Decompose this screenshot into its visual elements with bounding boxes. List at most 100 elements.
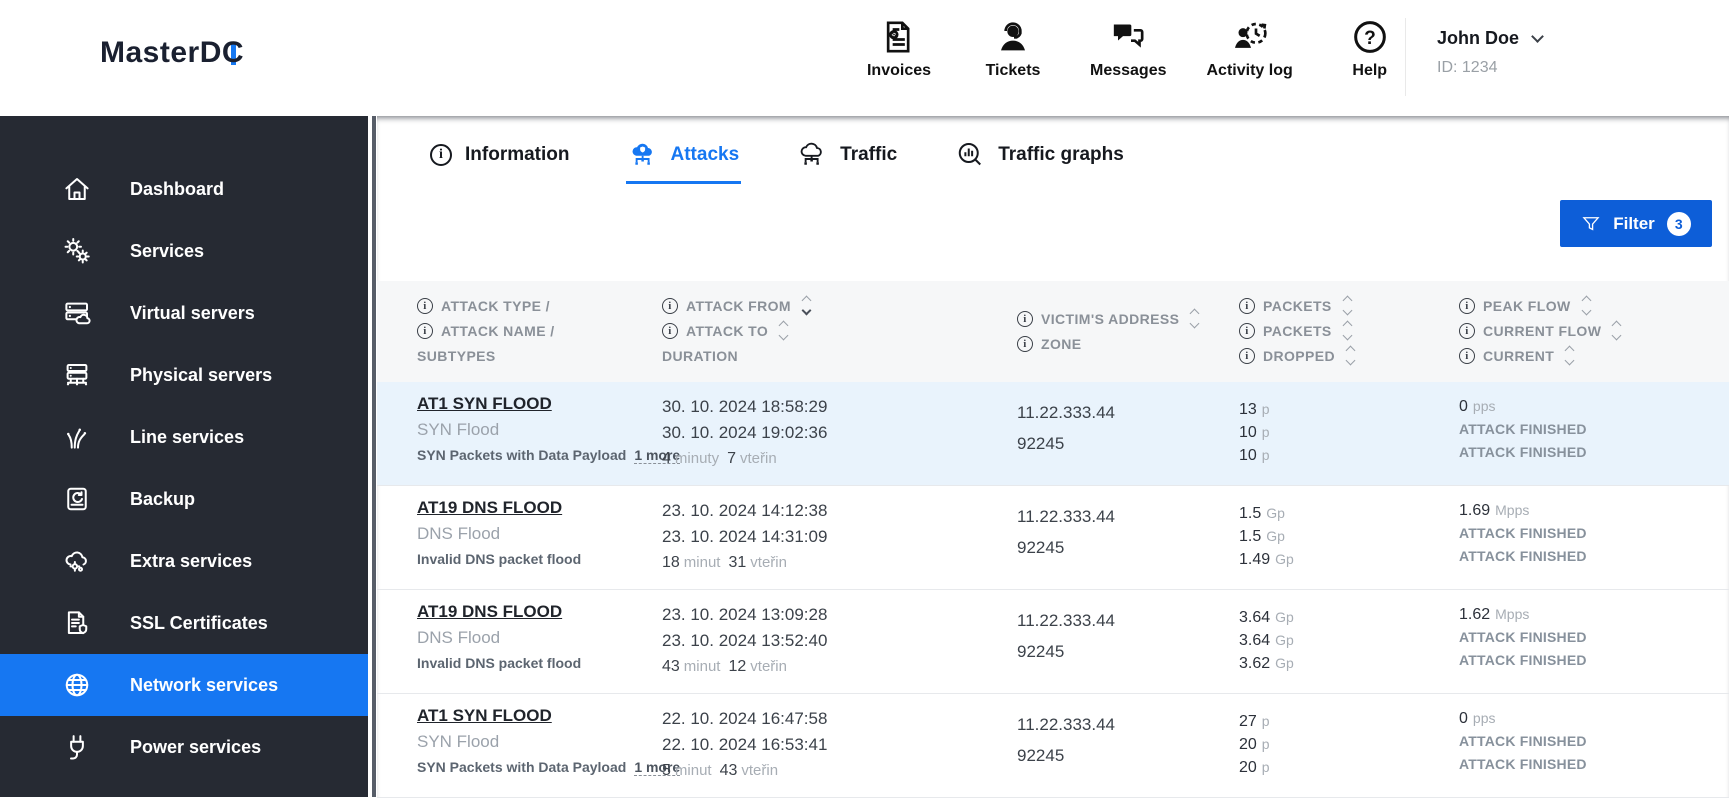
packets-dropped-value: 10 p xyxy=(1239,447,1270,464)
info-icon[interactable] xyxy=(662,297,678,314)
info-icon[interactable] xyxy=(1459,297,1475,314)
victim-zone: 92245 xyxy=(1017,642,1065,661)
sidebar-item-extra-services[interactable]: Extra services xyxy=(0,530,368,592)
info-icon[interactable] xyxy=(1239,347,1255,364)
info-icon[interactable] xyxy=(1459,322,1475,339)
header-divider xyxy=(1405,18,1406,96)
attack-name-link[interactable]: AT1 SYN FLOOD xyxy=(417,703,680,729)
victim-address: 11.22.333.44 xyxy=(1017,403,1115,422)
info-icon[interactable] xyxy=(1239,322,1255,339)
nav-help[interactable]: ? Help xyxy=(1333,16,1407,80)
globe-icon xyxy=(65,673,89,697)
sort-icon[interactable] xyxy=(1189,308,1200,329)
attack-subtypes: Invalid DNS packet flood xyxy=(417,551,582,567)
sort-icon[interactable] xyxy=(1581,295,1592,316)
logo-text: MasterD xyxy=(100,36,222,69)
victim-zone: 92245 xyxy=(1017,746,1065,765)
tab-traffic[interactable]: Traffic xyxy=(795,128,899,184)
attack-duration: 18 minut 31 vteřin xyxy=(662,554,787,571)
victim-address: 11.22.333.44 xyxy=(1017,715,1115,734)
chart-magnifier-icon xyxy=(958,142,982,165)
sidebar-item-physical-servers[interactable]: Physical servers xyxy=(0,344,368,406)
sort-icon[interactable] xyxy=(801,295,812,316)
nav-messages[interactable]: Messages xyxy=(1090,16,1167,80)
server-rack-icon xyxy=(66,364,88,386)
chevron-down-icon xyxy=(1531,30,1544,43)
cloud-gears-icon xyxy=(65,551,87,572)
support-agent-icon xyxy=(1001,22,1025,51)
tab-attacks[interactable]: Attacks xyxy=(625,128,742,184)
fiber-lines-icon xyxy=(67,428,87,449)
table-row: AT1 SYN FLOOD SYN Flood SYN Packets with… xyxy=(377,382,1729,486)
sidebar-item-ssl-certificates[interactable]: SSL Certificates xyxy=(0,592,368,654)
packets-value: 1.5 Gp xyxy=(1239,505,1285,522)
info-icon[interactable] xyxy=(417,322,433,339)
attack-name-link[interactable]: AT1 SYN FLOOD xyxy=(417,391,680,417)
attack-to: 23. 10. 2024 13:52:40 xyxy=(662,631,828,650)
svg-text:?: ? xyxy=(1364,28,1376,49)
attack-duration: 4 minuty 7 vteřin xyxy=(662,450,777,467)
peak-flow-value: 0 pps xyxy=(1459,710,1496,727)
nav-invoices[interactable]: $ Invoices xyxy=(862,16,936,80)
attack-type: DNS Flood xyxy=(417,628,501,647)
sidebar-item-network-services[interactable]: Network services xyxy=(0,654,368,716)
sidebar-item-line-services[interactable]: Line services xyxy=(0,406,368,468)
sort-icon[interactable] xyxy=(1342,320,1353,341)
certificate-shield-icon xyxy=(67,611,88,635)
user-menu[interactable]: John Doe ID: 1234 xyxy=(1437,28,1544,77)
attack-from: 23. 10. 2024 14:12:38 xyxy=(662,501,828,520)
logo-text-c: C xyxy=(221,36,245,69)
sort-icon[interactable] xyxy=(1564,345,1575,366)
status-badge: ATTACK FINISHED xyxy=(1459,652,1587,668)
victim-address: 11.22.333.44 xyxy=(1017,507,1115,526)
attack-to: 23. 10. 2024 14:31:09 xyxy=(662,527,828,546)
tab-traffic-graphs[interactable]: Traffic graphs xyxy=(953,128,1126,184)
packets-value: 27 p xyxy=(1239,713,1270,730)
tab-information[interactable]: Information xyxy=(428,128,572,184)
sort-icon[interactable] xyxy=(1345,345,1356,366)
masterdc-logo[interactable]: MasterDC xyxy=(100,36,244,70)
victim-zone: 92245 xyxy=(1017,538,1065,557)
status-badge: ATTACK FINISHED xyxy=(1459,629,1587,645)
sidebar-item-services[interactable]: Services xyxy=(0,220,368,282)
column-victim: VICTIM'S ADDRESS ZONE xyxy=(1017,281,1200,356)
top-header: MasterDC $ Invoices Tickets Messages Act… xyxy=(0,0,1729,116)
nav-tickets-label: Tickets xyxy=(985,62,1041,79)
info-icon[interactable] xyxy=(662,322,678,339)
attack-duration: 43 minut 12 vteřin xyxy=(662,658,787,675)
sort-icon[interactable] xyxy=(1342,295,1353,316)
sidebar-item-power-services[interactable]: Power services xyxy=(0,716,368,778)
status-badge: ATTACK FINISHED xyxy=(1459,444,1587,460)
sort-icon[interactable] xyxy=(1611,320,1622,341)
victim-address: 11.22.333.44 xyxy=(1017,611,1115,630)
server-cloud-icon xyxy=(65,302,91,325)
attack-subtypes: SYN Packets with Data Payload 1 more xyxy=(417,447,681,464)
status-badge: ATTACK FINISHED xyxy=(1459,525,1587,541)
filter-button[interactable]: Filter 3 xyxy=(1560,200,1712,247)
nav-activity-log[interactable]: Activity log xyxy=(1207,16,1293,80)
table-row: AT19 DNS FLOOD DNS Flood Invalid DNS pac… xyxy=(377,486,1729,590)
sidebar-item-dashboard[interactable]: Dashboard xyxy=(0,158,368,220)
attack-name-link[interactable]: AT19 DNS FLOOD xyxy=(417,599,581,625)
info-icon[interactable] xyxy=(417,297,433,314)
gears-icon xyxy=(64,238,90,264)
info-icon[interactable] xyxy=(1017,335,1033,352)
info-icon[interactable] xyxy=(1459,347,1475,364)
sidebar-scrollbar[interactable] xyxy=(372,116,376,797)
sidebar-item-virtual-servers[interactable]: Virtual servers xyxy=(0,282,368,344)
info-icon[interactable] xyxy=(1239,297,1255,314)
attack-subtypes: Invalid DNS packet flood xyxy=(417,655,582,671)
cloud-shield-network-icon xyxy=(632,143,652,165)
question-circle-icon: ? xyxy=(1353,21,1386,53)
nav-tickets[interactable]: Tickets xyxy=(976,16,1050,80)
sort-icon[interactable] xyxy=(778,320,789,341)
packets-dropped-value: 1.49 Gp xyxy=(1239,551,1294,568)
column-attack-time: ATTACK FROM ATTACK TO DURATION xyxy=(662,281,812,368)
attack-name-link[interactable]: AT19 DNS FLOOD xyxy=(417,495,581,521)
attack-duration: 5 minut 43 vteřin xyxy=(662,762,779,779)
info-icon[interactable] xyxy=(1017,310,1033,327)
top-navigation: $ Invoices Tickets Messages Activity log… xyxy=(862,16,1407,80)
sidebar-item-backup[interactable]: Backup xyxy=(0,468,368,530)
user-name: John Doe xyxy=(1437,28,1520,48)
status-badge: ATTACK FINISHED xyxy=(1459,756,1587,772)
